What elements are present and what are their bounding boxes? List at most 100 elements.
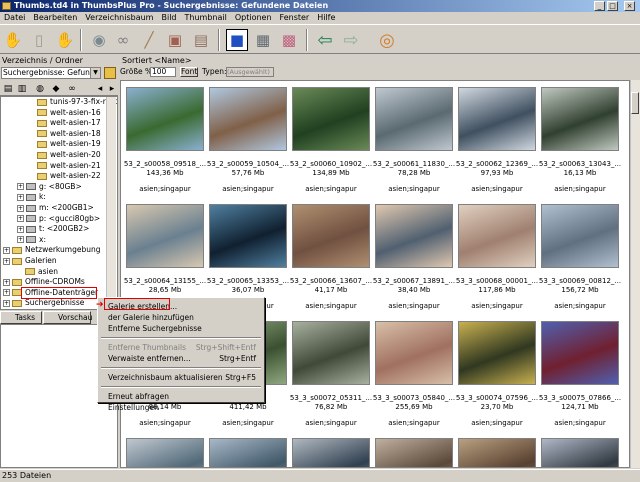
thumbnail-image[interactable] [375,87,453,151]
menu-bild[interactable]: Bild [157,12,180,24]
hand-icon[interactable]: ✋ [2,29,24,51]
tree-item[interactable]: asien [25,267,58,277]
thumbnail-name[interactable]: 53_2_s00061_11830_... [372,160,456,169]
tree-item[interactable]: + t: <200GB2> [17,224,89,234]
thumbnail-image[interactable] [292,204,370,268]
thumbnail-image[interactable] [458,87,536,151]
thumbnail-image[interactable] [375,438,453,467]
menu-verzeichnisbaum[interactable]: Verzeichnisbaum [81,12,157,24]
search-combo[interactable]: Suchergebnisse: Gefundene D▼ [1,67,101,79]
menu-bearbeiten[interactable]: Bearbeiten [29,12,81,24]
thumbnail-name[interactable]: 53_3_s00074_07596_... [455,394,539,403]
thumbnail-image[interactable] [375,321,453,385]
tag-icon[interactable]: ◆ [50,83,62,95]
forward-arrow-icon[interactable]: ⇨ [340,29,362,51]
tree-item[interactable]: + k: [17,192,46,202]
tree-item[interactable]: + g: <80GB> [17,182,82,192]
size-input[interactable]: 100 [150,67,176,77]
thumbnail-image[interactable] [292,87,370,151]
thumbnail-image[interactable] [458,204,536,268]
lifebuoy-icon[interactable]: ◎ [376,29,398,51]
maximize-icon[interactable]: □ [607,1,618,11]
tree-item[interactable]: welt-asien-22 [37,171,101,181]
view-details-icon[interactable]: ▦ [252,29,274,51]
expand-icon[interactable]: + [17,193,24,201]
thumbnail-name[interactable]: 53_2_s00058_09518_... [123,160,207,169]
tab-tasks[interactable]: Tasks [0,311,42,324]
thumbnail-name[interactable]: 53_3_s00073_05840_... [372,394,456,403]
expand-icon[interactable]: + [17,204,24,212]
thumbnail-image[interactable] [292,438,370,467]
thumbnail-name[interactable]: 53_2_s00065_13353_... [206,277,290,286]
thumbnail-name[interactable]: 53_2_s00062_12369_... [455,160,539,169]
tree-item[interactable]: + Suchergebnisse [3,298,84,308]
expand-icon[interactable]: + [3,257,10,265]
menu-fenster[interactable]: Fenster [276,12,314,24]
expand-icon[interactable]: + [17,236,24,244]
tree-scrollbar[interactable] [106,97,116,309]
expand-icon[interactable]: + [17,225,24,233]
scroll-left-icon[interactable]: ◂ [94,83,106,95]
expand-icon[interactable]: + [17,215,24,223]
chevron-down-icon[interactable]: ▼ [90,68,100,78]
thumbnail-image[interactable] [209,87,287,151]
suitcase-icon[interactable]: ▣ [164,29,186,51]
tab-preview[interactable]: Vorschau [43,311,92,324]
thumbnail-image[interactable] [126,204,204,268]
menu-hilfe[interactable]: Hilfe [313,12,339,24]
tree-item[interactable]: + Offline-CDROMs [3,277,85,287]
thumbnail-image[interactable] [541,87,619,151]
binoculars-icon[interactable]: ∞ [66,83,78,95]
tree-item[interactable]: + x: [17,235,46,245]
document-icon[interactable]: ▯ [28,29,50,51]
tree-view-icon[interactable]: ▤ [2,83,14,95]
view-thumbs-icon[interactable]: ■ [226,29,248,51]
folder-export-icon[interactable]: ▤ [190,29,212,51]
scroll-right-icon[interactable]: ▸ [106,83,118,95]
menu-optionen[interactable]: Optionen [231,12,276,24]
thumbnail-image[interactable] [126,87,204,151]
thumbnail-name[interactable]: 53_3_s00069_00812_... [538,277,622,286]
thumbnail-name[interactable]: 53_2_s00064_13155_... [123,277,207,286]
tree-item[interactable]: + m: <200GB1> [17,203,94,213]
thumbnail-image[interactable] [209,438,287,467]
tree-item[interactable]: + Netzwerkumgebung [3,245,101,255]
thumbnail-name[interactable]: 53_2_s00067_13891_... [372,277,456,286]
types-select[interactable]: (Ausgewählt) [226,67,274,77]
thumbnail-image[interactable] [458,438,536,467]
back-arrow-icon[interactable]: ⇦ [314,29,336,51]
context-menu-item[interactable]: Erneut abfragen [108,391,169,402]
folder-tree[interactable]: tunis-97-3-fix-rest welt-asien-16 welt-asi… [0,96,118,310]
thumbnail-name[interactable]: 53_2_s00063_13043_... [538,160,622,169]
thumbnail-name[interactable]: 53_3_s00072_05311_... [289,394,373,403]
thumbnail-image[interactable] [541,321,619,385]
menu-thumbnail[interactable]: Thumbnail [181,12,231,24]
context-menu-item[interactable]: Verwaiste entfernen... [108,353,191,364]
font-button[interactable]: Font [180,67,198,77]
hand-stop-icon[interactable]: ✋ [54,29,76,51]
context-menu-item[interactable]: Einstellungen [108,402,159,413]
tree-item[interactable]: + Galerien [3,256,57,266]
context-menu-item[interactable]: der Galerie hinzufügen [108,312,194,323]
expand-icon[interactable]: + [3,278,10,286]
tree-item[interactable]: welt-asien-19 [37,139,101,149]
thumbnail-name[interactable]: 53_2_s00060_10902_... [289,160,373,169]
globe-icon[interactable]: ◍ [34,83,46,95]
expand-icon[interactable]: + [3,246,10,254]
tree-item[interactable]: welt-asien-18 [37,129,101,139]
thumbnail-image[interactable] [541,204,619,268]
expand-icon[interactable]: + [17,183,24,191]
thumbnail-image[interactable] [541,438,619,467]
scrollbar-thumb[interactable] [631,92,639,114]
gallery-icon[interactable]: ▥ [16,83,28,95]
tree-item[interactable]: welt-asien-21 [37,161,101,171]
menu-datei[interactable]: Datei [0,12,29,24]
expand-icon[interactable]: + [3,299,10,307]
thumbnail-image[interactable] [126,438,204,467]
thumbnail-image[interactable] [209,204,287,268]
thumbnail-image[interactable] [292,321,370,385]
view-grid-icon[interactable]: ▩ [278,29,300,51]
grid-scrollbar[interactable] [630,80,640,468]
context-menu-item[interactable]: Verzeichnisbaum aktualisieren [108,372,223,383]
thumbnail-grid[interactable]: 53_2_s00058_09518_... 143,36 Mb asien;sing… [120,80,630,468]
